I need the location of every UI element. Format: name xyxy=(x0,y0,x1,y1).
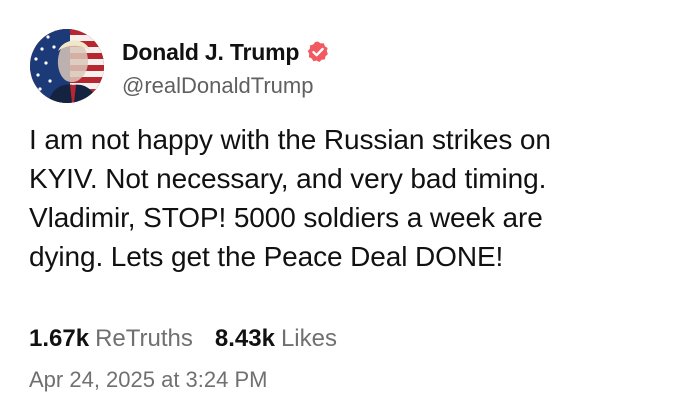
post-body: I am not happy with the Russian strikes … xyxy=(29,120,659,276)
post-timestamp[interactable]: Apr 24, 2025 at 3:24 PM xyxy=(29,367,268,393)
post-stats: 1.67k ReTruths 8.43k Likes xyxy=(29,325,337,353)
post-body-line: dying. Lets get the Peace Deal DONE! xyxy=(29,241,504,272)
author-name-row: Donald J. Trump xyxy=(122,37,330,67)
avatar[interactable] xyxy=(30,29,104,103)
retruths-stat[interactable]: 1.67k ReTruths xyxy=(29,325,193,353)
post-body-line: I am not happy with the Russian strikes … xyxy=(29,124,551,155)
likes-label: Likes xyxy=(280,325,337,352)
post-body-line: KYIV. Not necessary, and very bad timing… xyxy=(29,163,547,194)
retruths-label: ReTruths xyxy=(95,325,193,352)
likes-stat[interactable]: 8.43k Likes xyxy=(215,325,337,353)
truth-post: Donald J. Trump @realDonaldTrump I am no… xyxy=(0,0,680,412)
verified-badge-icon xyxy=(306,40,330,64)
likes-count: 8.43k xyxy=(214,325,275,352)
author-block: Donald J. Trump @realDonaldTrump xyxy=(122,37,330,99)
avatar-image xyxy=(30,29,104,103)
author-display-name[interactable]: Donald J. Trump xyxy=(122,39,299,66)
retruths-count: 1.67k xyxy=(29,325,90,352)
author-handle[interactable]: @realDonaldTrump xyxy=(122,73,330,99)
post-body-line: Vladimir, STOP! 5000 soldiers a week are xyxy=(29,202,543,233)
